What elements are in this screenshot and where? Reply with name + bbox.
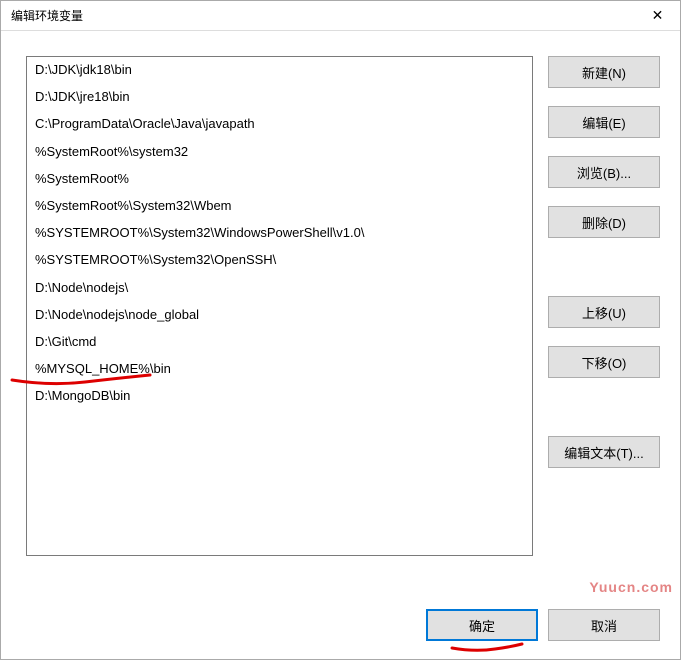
list-item[interactable]: D:\Git\cmd bbox=[27, 329, 532, 356]
side-buttons: 新建(N) 编辑(E) 浏览(B)... 删除(D) 上移(U) 下移(O) 编… bbox=[548, 56, 660, 599]
list-item[interactable]: %SYSTEMROOT%\System32\WindowsPowerShell\… bbox=[27, 220, 532, 247]
list-item[interactable]: D:\Node\nodejs\ bbox=[27, 275, 532, 302]
list-item[interactable]: %SystemRoot%\system32 bbox=[27, 139, 532, 166]
list-item[interactable]: C:\ProgramData\Oracle\Java\javapath bbox=[27, 111, 532, 138]
dialog-footer: 确定 取消 bbox=[1, 609, 680, 659]
list-item[interactable]: %SystemRoot% bbox=[27, 166, 532, 193]
moveup-button[interactable]: 上移(U) bbox=[548, 296, 660, 328]
new-button[interactable]: 新建(N) bbox=[548, 56, 660, 88]
cancel-button[interactable]: 取消 bbox=[548, 609, 660, 641]
edit-button[interactable]: 编辑(E) bbox=[548, 106, 660, 138]
list-item[interactable]: %SYSTEMROOT%\System32\OpenSSH\ bbox=[27, 247, 532, 274]
close-button[interactable]: ✕ bbox=[635, 1, 680, 30]
movedown-button[interactable]: 下移(O) bbox=[548, 346, 660, 378]
close-icon: ✕ bbox=[652, 7, 664, 24]
list-item[interactable]: %MYSQL_HOME%\bin bbox=[27, 356, 532, 383]
browse-button[interactable]: 浏览(B)... bbox=[548, 156, 660, 188]
list-item[interactable]: D:\MongoDB\bin bbox=[27, 383, 532, 410]
list-item[interactable]: D:\JDK\jre18\bin bbox=[27, 84, 532, 111]
ok-button[interactable]: 确定 bbox=[426, 609, 538, 641]
path-listbox[interactable]: D:\JDK\jdk18\binD:\JDK\jre18\binC:\Progr… bbox=[26, 56, 533, 556]
dialog-content: D:\JDK\jdk18\binD:\JDK\jre18\binC:\Progr… bbox=[1, 31, 680, 609]
titlebar: 编辑环境变量 ✕ bbox=[1, 1, 680, 31]
edittext-button[interactable]: 编辑文本(T)... bbox=[548, 436, 660, 468]
list-item[interactable]: D:\JDK\jdk18\bin bbox=[27, 57, 532, 84]
list-item[interactable]: %SystemRoot%\System32\Wbem bbox=[27, 193, 532, 220]
list-item[interactable]: D:\Node\nodejs\node_global bbox=[27, 302, 532, 329]
dialog-title: 编辑环境变量 bbox=[11, 7, 83, 24]
delete-button[interactable]: 删除(D) bbox=[548, 206, 660, 238]
env-var-dialog: 编辑环境变量 ✕ D:\JDK\jdk18\binD:\JDK\jre18\bi… bbox=[0, 0, 681, 660]
